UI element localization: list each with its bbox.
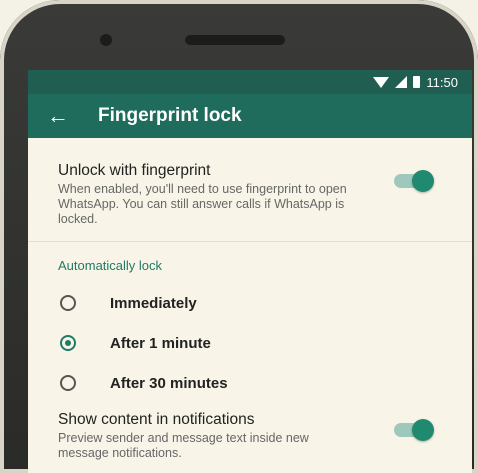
radio-option-after-1-minute[interactable]: After 1 minute: [28, 323, 472, 363]
toggle-knob: [412, 419, 434, 441]
automatically-lock-header: Automatically lock: [58, 258, 163, 273]
unlock-with-fingerprint-setting[interactable]: Unlock with fingerprint When enabled, yo…: [28, 138, 472, 242]
signal-icon: [395, 76, 408, 88]
screen: 11:50 ← Fingerprint lock Unlock with fin…: [28, 70, 472, 473]
setting-label: Show content in notifications: [58, 411, 255, 428]
arrow-left-icon: ←: [47, 103, 69, 128]
radio-option-immediately[interactable]: Immediately: [28, 283, 472, 323]
status-time: 11:50: [426, 74, 458, 90]
unlock-fingerprint-toggle[interactable]: [394, 170, 434, 192]
radio-label: After 30 minutes: [110, 374, 228, 392]
setting-description: When enabled, you'll need to use fingerp…: [58, 182, 347, 226]
show-content-in-notifications-setting[interactable]: Show content in notifications Preview se…: [28, 403, 472, 461]
phone-frame: 11:50 ← Fingerprint lock Unlock with fin…: [0, 0, 478, 473]
toolbar: ← Fingerprint lock: [28, 94, 472, 138]
setting-label: Unlock with fingerprint: [58, 162, 211, 179]
radio-button[interactable]: [60, 295, 76, 311]
front-camera: [100, 34, 112, 46]
earpiece-speaker: [185, 35, 285, 45]
radio-button-selected[interactable]: [60, 335, 76, 351]
radio-option-after-30-minutes[interactable]: After 30 minutes: [28, 363, 472, 403]
back-button[interactable]: ←: [28, 103, 88, 129]
radio-label: After 1 minute: [110, 334, 211, 352]
battery-icon: [413, 76, 421, 88]
setting-description: Preview sender and message text inside n…: [58, 431, 309, 460]
radio-button[interactable]: [60, 375, 76, 391]
page-title: Fingerprint lock: [98, 105, 242, 126]
status-bar: 11:50: [28, 70, 472, 94]
toggle-knob: [412, 170, 434, 192]
show-content-toggle[interactable]: [394, 419, 434, 441]
wifi-icon: [373, 76, 390, 88]
radio-label: Immediately: [110, 294, 197, 312]
